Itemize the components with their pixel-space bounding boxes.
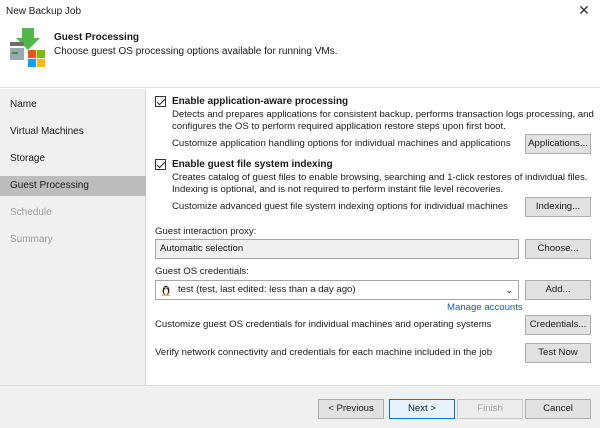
window-title: New Backup Job xyxy=(6,6,82,17)
manage-accounts-link[interactable]: Manage accounts xyxy=(447,302,523,313)
file-indexing-desc-line2: Indexing is optional, and is not require… xyxy=(172,184,504,195)
test-now-button[interactable]: Test Now xyxy=(525,343,591,363)
previous-button[interactable]: < Previous xyxy=(318,399,384,419)
next-button[interactable]: Next > xyxy=(389,399,455,419)
sidebar-item-guest-processing[interactable]: Guest Processing xyxy=(0,176,146,196)
wizard-footer: < Previous Next > Finish Cancel xyxy=(0,385,600,428)
credentials-value: test (test, last edited: less than a day… xyxy=(178,284,356,295)
app-aware-checkbox[interactable] xyxy=(155,96,166,107)
close-icon[interactable]: ✕ xyxy=(576,2,592,20)
file-indexing-customize-text: Customize advanced guest file system ind… xyxy=(172,201,508,212)
cancel-button[interactable]: Cancel xyxy=(525,399,591,419)
proxy-label: Guest interaction proxy: xyxy=(155,226,257,237)
app-aware-desc-line1: Detects and prepares applications for co… xyxy=(172,109,594,120)
app-aware-desc-line2: configures the OS to perform required ap… xyxy=(172,121,506,132)
sidebar-item-name[interactable]: Name xyxy=(0,95,146,115)
credentials-select[interactable]: test (test, last edited: less than a day… xyxy=(155,280,519,300)
add-credentials-button[interactable]: Add... xyxy=(525,280,591,300)
window-titlebar: New Backup Job ✕ xyxy=(0,0,600,24)
chevron-down-icon: ⌄ xyxy=(505,285,513,295)
credentials-label: Guest OS credentials: xyxy=(155,266,249,277)
linux-user-icon xyxy=(162,285,170,296)
sidebar-item-storage[interactable]: Storage xyxy=(0,149,146,169)
file-indexing-desc-line1: Creates catalog of guest files to enable… xyxy=(172,172,588,183)
file-indexing-row: Enable guest file system indexing xyxy=(155,159,333,170)
verify-text: Verify network connectivity and credenti… xyxy=(155,347,493,358)
page-description: Choose guest OS processing options avail… xyxy=(54,46,338,57)
page-title: Guest Processing xyxy=(54,32,140,43)
app-aware-customize-text: Customize application handling options f… xyxy=(172,138,511,149)
sidebar-item-summary: Summary xyxy=(10,234,53,245)
applications-button[interactable]: Applications... xyxy=(525,134,591,154)
backup-job-logo-icon xyxy=(10,28,45,67)
wizard-header: Guest Processing Choose guest OS process… xyxy=(0,24,600,88)
app-aware-label: Enable application-aware processing xyxy=(172,96,349,107)
finish-button: Finish xyxy=(457,399,523,419)
sidebar-item-virtual-machines[interactable]: Virtual Machines xyxy=(0,122,146,142)
wizard-steps-sidebar: Name Virtual Machines Storage Guest Proc… xyxy=(0,89,146,385)
credentials-customize-text: Customize guest OS credentials for indiv… xyxy=(155,319,492,330)
file-indexing-checkbox[interactable] xyxy=(155,159,166,170)
file-indexing-label: Enable guest file system indexing xyxy=(172,159,333,170)
app-aware-row: Enable application-aware processing xyxy=(155,96,348,107)
credentials-button[interactable]: Credentials... xyxy=(525,315,591,335)
guest-processing-panel: Enable application-aware processing Dete… xyxy=(147,89,600,385)
indexing-button[interactable]: Indexing... xyxy=(525,197,591,217)
choose-proxy-button[interactable]: Choose... xyxy=(525,239,591,259)
sidebar-item-schedule: Schedule xyxy=(10,207,52,218)
proxy-field[interactable]: Automatic selection xyxy=(155,239,519,259)
